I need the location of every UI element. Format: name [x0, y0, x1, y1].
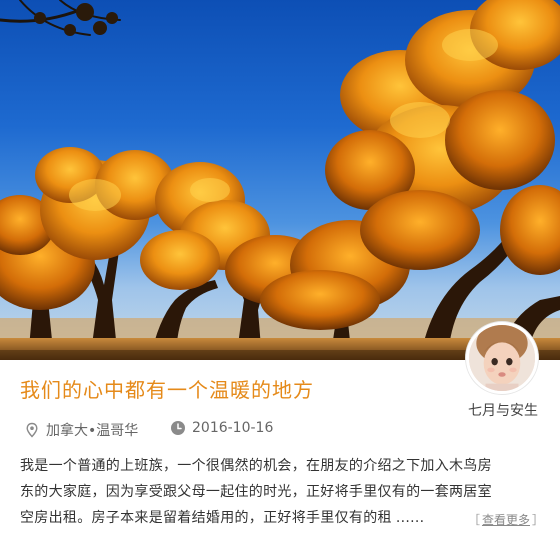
post-card: 七月与安生 我们的心中都有一个温暖的地方 加拿大•温哥华 2016-10-16 …	[0, 0, 560, 560]
clock-icon	[171, 421, 185, 435]
location: 加拿大•温哥华	[24, 420, 138, 440]
post-title[interactable]: 我们的心中都有一个温暖的地方	[20, 374, 314, 403]
read-more-link[interactable]: ［ 查看更多 ］	[468, 511, 544, 528]
author-avatar[interactable]	[466, 322, 538, 394]
post-excerpt: 我是一个普通的上班族，一个很偶然的机会，在朋友的介绍之下加入木鸟房 东的大家庭，…	[20, 453, 544, 531]
populus-forest-illustration	[0, 0, 560, 360]
post-date: 2016-10-16	[170, 420, 273, 436]
excerpt-line-3-text: 空房出租。房子本来是留着结婚用的，正好将手里仅有的租	[20, 510, 392, 526]
excerpt-line-2: 东的大家庭，因为享受跟父母一起住的时光，正好将手里仅有的一套两居室	[20, 484, 492, 500]
date-text: 2016-10-16	[192, 420, 274, 436]
hero-image[interactable]	[0, 0, 560, 360]
read-more-label[interactable]: 查看更多	[482, 513, 530, 527]
excerpt-line-1: 我是一个普通的上班族，一个很偶然的机会，在朋友的介绍之下加入木鸟房	[20, 458, 492, 474]
excerpt-line-3: 空房出租。房子本来是留着结婚用的，正好将手里仅有的租......	[20, 505, 544, 531]
author-name[interactable]: 七月与安生	[448, 400, 558, 420]
child-portrait-avatar	[469, 325, 535, 391]
location-text: 加拿大•温哥华	[46, 423, 139, 439]
location-pin-icon	[26, 422, 38, 438]
excerpt-ellipsis: ......	[395, 510, 425, 526]
read-more-close-bracket: ］	[531, 513, 544, 527]
read-more-open-bracket: ［	[467, 513, 480, 527]
